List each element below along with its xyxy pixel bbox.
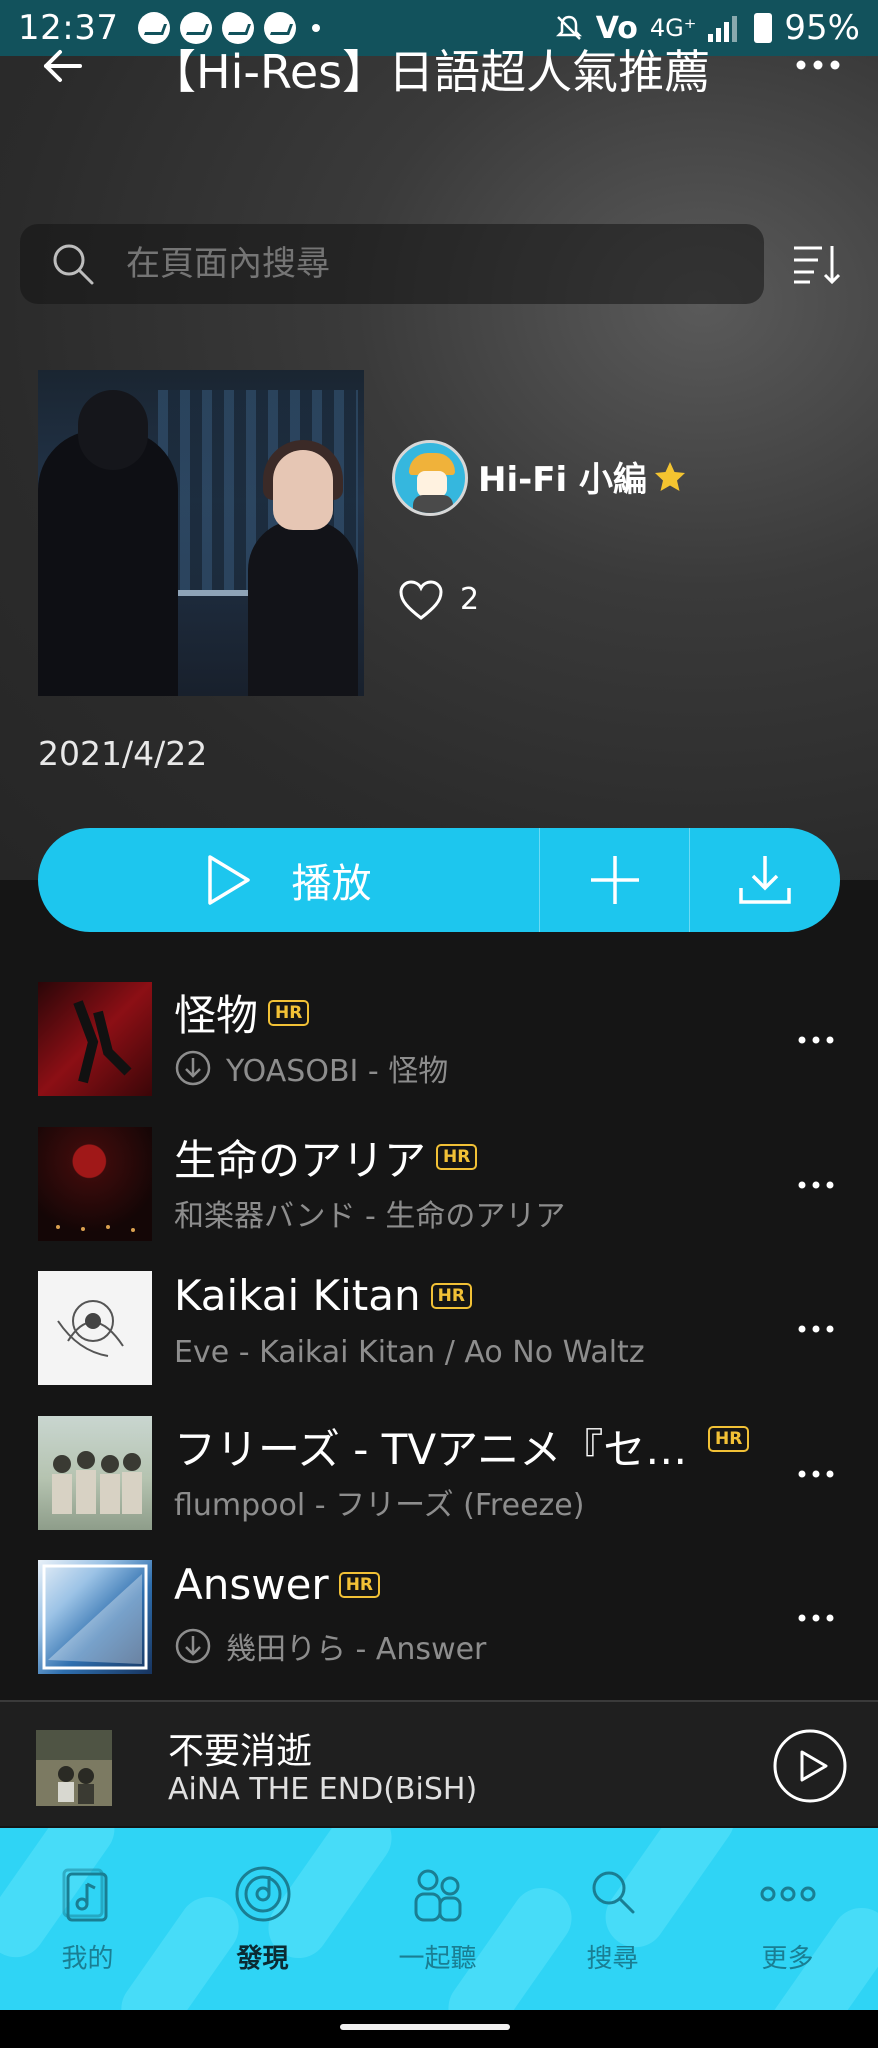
tab-search[interactable]: 搜尋	[525, 1828, 700, 2010]
search-icon	[592, 1871, 634, 1914]
tab-label: 更多	[761, 1944, 814, 1974]
like-count: 2	[460, 582, 480, 617]
track-subtitle-row: 幾田りら - Answer	[174, 1624, 486, 1668]
search-input[interactable]	[126, 244, 726, 284]
track-list: 怪物 HR YOASOBI - 怪物 生命のアリア HR 和楽器バンド - 生命…	[0, 962, 878, 1685]
more-icon	[760, 1886, 815, 1902]
tab-more[interactable]: 更多	[700, 1828, 875, 2010]
tab-listen-together[interactable]: 一起聽	[350, 1828, 525, 2010]
tab-discover[interactable]: 發現	[175, 1828, 350, 2010]
track-more-icon[interactable]	[796, 1323, 836, 1335]
track-thumbnail	[38, 1560, 152, 1674]
back-arrow-icon[interactable]	[40, 44, 84, 88]
track-title-row: Answer HR	[174, 1560, 381, 1609]
hi-res-badge: HR	[338, 1571, 381, 1598]
tab-mine[interactable]: 我的	[0, 1828, 175, 2010]
track-title-row: 生命のアリア HR	[174, 1127, 478, 1188]
play-label: 播放	[291, 861, 372, 907]
tab-label: 一起聽	[398, 1944, 477, 1974]
track-more-icon[interactable]	[796, 1468, 836, 1480]
track-subtitle: flumpool - フリーズ (Freeze)	[174, 1487, 585, 1523]
tab-label: 發現	[236, 1944, 289, 1974]
bottom-tab-bar: 我的 發現 一起聽 搜尋 更多	[0, 1828, 878, 2010]
search-icon	[53, 244, 94, 285]
download-button[interactable]	[690, 828, 840, 932]
track-more-icon[interactable]	[796, 1612, 836, 1624]
plus-icon	[590, 856, 639, 904]
track-subtitle-row: 和楽器バンド - 生命のアリア	[174, 1191, 565, 1235]
downloaded-icon	[175, 1628, 211, 1664]
page-title: 【Hi-Res】日語超人氣推薦	[150, 45, 711, 99]
track-subtitle: YOASOBI - 怪物	[226, 1054, 449, 1089]
track-subtitle: 和楽器バンド - 生命のアリア	[174, 1198, 566, 1234]
hi-res-badge: HR	[708, 1425, 750, 1452]
curator-name: Hi-Fi 小編	[478, 460, 647, 500]
now-playing-title: 不要消逝	[168, 1731, 313, 1772]
track-title: フリーズ - TVアニメ『セ…	[174, 1424, 688, 1474]
music-note-icon	[62, 1868, 107, 1922]
hi-res-badge: HR	[436, 1144, 478, 1170]
track-subtitle-row: YOASOBI - 怪物	[174, 1046, 448, 1090]
track-thumbnail	[38, 1271, 152, 1385]
track-thumbnail	[38, 1415, 152, 1530]
download-icon	[739, 856, 791, 904]
track-row[interactable]: フリーズ - TVアニメ『セ… HR flumpool - フリーズ (Free…	[0, 1396, 878, 1541]
heart-icon[interactable]	[398, 578, 444, 622]
battery-percent: 95%	[784, 8, 860, 48]
page-search-bar[interactable]	[20, 224, 764, 304]
home-gesture-bar[interactable]	[340, 2024, 510, 2030]
hi-res-badge: HR	[268, 999, 310, 1026]
play-icon	[207, 855, 250, 905]
people-icon	[414, 1869, 461, 1922]
system-navigation-bar	[0, 2010, 878, 2048]
track-title: Answer	[174, 1560, 329, 1609]
track-title: 生命のアリア	[174, 1135, 427, 1185]
mini-play-button-icon[interactable]	[772, 1728, 848, 1804]
track-subtitle-row: Eve - Kaikai Kitan / Ao No Waltz	[174, 1335, 645, 1370]
sort-icon[interactable]	[792, 242, 840, 286]
track-thumbnail	[38, 982, 152, 1096]
track-more-icon[interactable]	[796, 1034, 836, 1046]
track-title-row: 怪物 HR	[174, 982, 310, 1043]
curator-avatar[interactable]	[392, 440, 468, 516]
now-playing-artist: AiNA THE END(BiSH)	[168, 1772, 478, 1807]
battery-icon	[754, 13, 773, 43]
playlist-cover	[38, 370, 364, 696]
disc-icon	[235, 1866, 290, 1922]
track-more-icon[interactable]	[796, 1179, 836, 1191]
mini-player[interactable]: 不要消逝 AiNA THE END(BiSH)	[0, 1700, 878, 1826]
play-all-button[interactable]: 播放	[38, 828, 540, 932]
track-thumbnail	[38, 1126, 152, 1241]
track-subtitle: Eve - Kaikai Kitan / Ao No Waltz	[174, 1335, 645, 1370]
track-row[interactable]: 生命のアリア HR 和楽器バンド - 生命のアリア	[0, 1107, 878, 1252]
track-title-row: フリーズ - TVアニメ『セ…	[174, 1416, 687, 1477]
status-time: 12:37	[18, 8, 119, 48]
action-bar: 播放	[38, 828, 840, 932]
now-playing-thumbnail	[36, 1730, 112, 1806]
track-title: Kaikai Kitan	[174, 1271, 421, 1320]
signal-icon	[708, 14, 742, 42]
track-subtitle-row: flumpool - フリーズ (Freeze)	[174, 1480, 584, 1524]
track-row[interactable]: 怪物 HR YOASOBI - 怪物	[0, 962, 878, 1107]
tab-label: 搜尋	[586, 1944, 639, 1974]
downloaded-icon	[175, 1050, 211, 1086]
tab-label: 我的	[61, 1944, 114, 1974]
track-row[interactable]: Kaikai Kitan HR Eve - Kaikai Kitan / Ao …	[0, 1251, 878, 1396]
track-row[interactable]: Answer HR 幾田りら - Answer	[0, 1540, 878, 1685]
hi-res-badge: HR	[430, 1282, 472, 1309]
track-title: 怪物	[174, 991, 259, 1040]
more-options-icon[interactable]	[794, 58, 842, 72]
curator-name-row[interactable]: Hi-Fi 小編	[478, 452, 687, 501]
playlist-date: 2021/4/22	[38, 734, 208, 773]
track-title-row: Kaikai Kitan HR	[174, 1271, 472, 1320]
add-to-playlist-button[interactable]	[540, 828, 690, 932]
more-notifications-icon	[312, 24, 321, 32]
star-icon	[654, 461, 685, 491]
track-subtitle: 幾田りら - Answer	[226, 1632, 487, 1667]
